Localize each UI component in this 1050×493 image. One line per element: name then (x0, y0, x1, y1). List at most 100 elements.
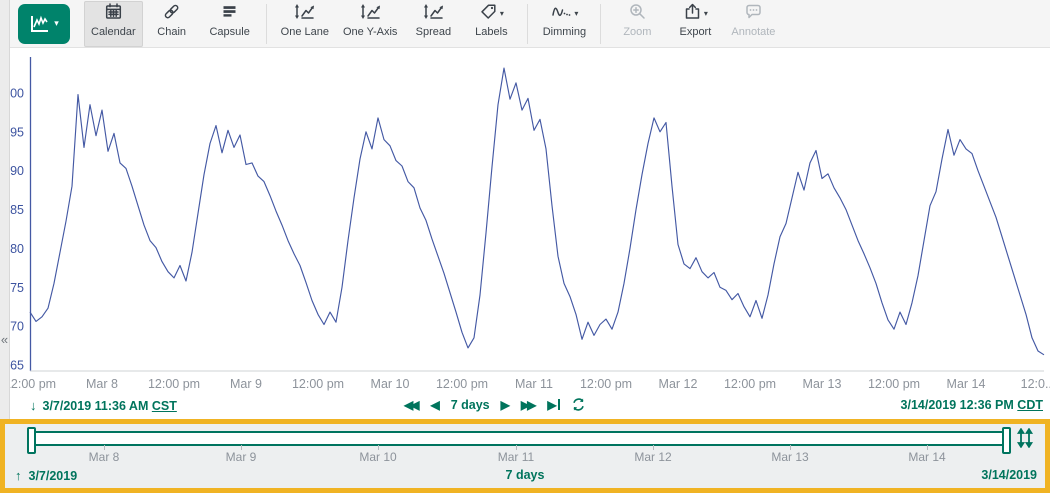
trend-view-dropdown-button[interactable]: ▾ (18, 4, 70, 44)
display-start-datetime: 3/7/2019 11:36 AM (43, 399, 149, 413)
investigate-range-track[interactable] (31, 431, 1007, 446)
timezone-link[interactable]: CST (152, 399, 177, 413)
timezone-link[interactable]: CDT (1017, 398, 1043, 412)
chevron-down-icon: ▾ (54, 19, 59, 28)
labels-button[interactable]: ▾ Labels (462, 1, 520, 47)
x-tick-label: 12:00 pm (724, 377, 776, 391)
duration-button[interactable]: 7 days (451, 398, 490, 412)
toolbar-item-label: One Lane (281, 26, 329, 38)
chain-button[interactable]: Chain (143, 1, 201, 47)
one-lane-icon (293, 2, 316, 26)
labels-tag-icon (479, 2, 498, 26)
toolbar-item-label: One Y-Axis (343, 26, 397, 38)
calendar-button[interactable]: Calendar (84, 1, 143, 47)
x-tick-label: 12:0... (1021, 377, 1050, 391)
toolbar-item-label: Dimming (543, 26, 586, 38)
day-label: Mar 12 (634, 450, 671, 464)
sidebar-collapse-strip[interactable]: « (0, 0, 10, 419)
x-tick-label: Mar 14 (947, 377, 986, 391)
x-tick-label: Mar 13 (803, 377, 842, 391)
y-tick-label: 90 (10, 164, 24, 178)
resize-range-icon[interactable] (1015, 428, 1035, 448)
arrow-down-icon: ↓ (30, 398, 37, 413)
capsule-icon (220, 2, 239, 26)
x-tick-label: Mar 10 (371, 377, 410, 391)
day-label: Mar 10 (359, 450, 396, 464)
range-end-handle[interactable] (1002, 427, 1011, 454)
spread-button[interactable]: Spread (404, 1, 462, 47)
y-tick-label: 95 (10, 125, 24, 139)
one-y-axis-button[interactable]: One Y-Axis (336, 1, 404, 47)
y-tick-label: 80 (10, 242, 24, 256)
chevron-down-icon: ▾ (574, 10, 578, 18)
day-label: Mar 14 (908, 450, 945, 464)
step-forward-full-button[interactable]: ▶▶ (521, 399, 536, 411)
day-label: Mar 9 (226, 450, 257, 464)
display-range-end[interactable]: 3/14/2019 12:36 PM CDT (901, 398, 1043, 412)
zoom-icon (628, 2, 647, 26)
capsule-button[interactable]: Capsule (201, 1, 259, 47)
toolbar-separator (266, 4, 267, 44)
toolbar-item-label: Calendar (91, 26, 136, 38)
toolbar-separator (527, 4, 528, 44)
one-y-axis-icon (359, 2, 382, 26)
y-tick-label: 85 (10, 203, 24, 217)
x-tick-label: 12:00 pm (4, 377, 56, 391)
investigate-range-summary: ↑ 3/7/2019 7 days 3/14/2019 (5, 466, 1045, 486)
day-label: Mar 8 (89, 450, 120, 464)
zoom-button: Zoom (608, 1, 666, 47)
trend-workbench: « ▾ Calendar Chain Capsule One Lane One Y-Ax… (0, 0, 1050, 493)
annotate-button: Annotate (724, 1, 782, 47)
chevron-down-icon: ▾ (704, 10, 708, 18)
trend-plot[interactable]: 1009590858075706512:00 pmMar 812:00 pmMa… (0, 47, 1050, 396)
x-tick-label: 12:00 pm (292, 377, 344, 391)
toolbar-item-label: Capsule (209, 26, 249, 38)
y-tick-label: 70 (10, 320, 24, 334)
x-tick-label: 12:00 pm (436, 377, 488, 391)
trend-chart-area[interactable]: 1009590858075706512:00 pmMar 812:00 pmMa… (0, 47, 1050, 396)
collapse-panel-icon[interactable]: « (0, 332, 9, 347)
toolbar-separator (600, 4, 601, 44)
dimming-button[interactable]: ▾ Dimming (535, 1, 593, 47)
x-tick-label: Mar 11 (515, 377, 553, 391)
spread-icon (422, 2, 445, 26)
x-tick-label: Mar 9 (230, 377, 262, 391)
day-label: Mar 13 (771, 450, 808, 464)
x-tick-label: Mar 8 (86, 377, 118, 391)
display-end-datetime: 3/14/2019 12:36 PM (901, 398, 1014, 412)
x-tick-label: 12:00 pm (148, 377, 200, 391)
annotate-icon (744, 2, 763, 26)
refresh-icon[interactable] (571, 397, 586, 412)
day-label: Mar 11 (498, 450, 534, 464)
export-button[interactable]: ▾ Export (666, 1, 724, 47)
y-tick-label: 75 (10, 281, 24, 295)
step-forward-button[interactable]: ▶ (501, 399, 510, 411)
toolbar-item-label: Chain (157, 26, 186, 38)
dimming-icon (550, 2, 572, 26)
investigate-range-bar: Mar 8 Mar 9 Mar 10 Mar 11 Mar 12 Mar 13 Mar 14… (0, 419, 1050, 493)
x-tick-label: 12:00 pm (868, 377, 920, 391)
toolbar-item-label: Spread (416, 26, 451, 38)
calendar-icon (104, 2, 123, 26)
trend-chart-icon (29, 14, 51, 34)
step-to-end-button[interactable]: ▶ (547, 399, 559, 411)
toolbar-item-label: Labels (475, 26, 507, 38)
investigate-end-date[interactable]: 3/14/2019 (981, 468, 1037, 482)
export-icon (683, 2, 702, 26)
step-back-full-button[interactable]: ◀◀ (404, 399, 419, 411)
signal-line[interactable] (30, 68, 1044, 355)
x-tick-label: 12:00 pm (580, 377, 632, 391)
toolbar-item-label: Annotate (731, 26, 775, 38)
range-navigation-controls: ◀◀ ◀ 7 days ▶ ▶▶ ▶ (404, 397, 586, 412)
trend-toolbar: ▾ Calendar Chain Capsule One Lane One Y-Axis… (10, 0, 1050, 48)
one-lane-button[interactable]: One Lane (274, 1, 336, 47)
step-back-button[interactable]: ◀ (430, 399, 439, 411)
y-tick-label: 65 (10, 358, 24, 372)
toolbar-item-label: Export (679, 26, 711, 38)
display-range-start[interactable]: ↓ 3/7/2019 11:36 AM CST (30, 398, 177, 413)
chevron-down-icon: ▾ (500, 10, 504, 18)
toolbar-item-label: Zoom (623, 26, 651, 38)
chain-icon (162, 2, 181, 26)
range-start-handle[interactable] (27, 427, 36, 454)
investigate-duration[interactable]: 7 days (5, 468, 1045, 482)
